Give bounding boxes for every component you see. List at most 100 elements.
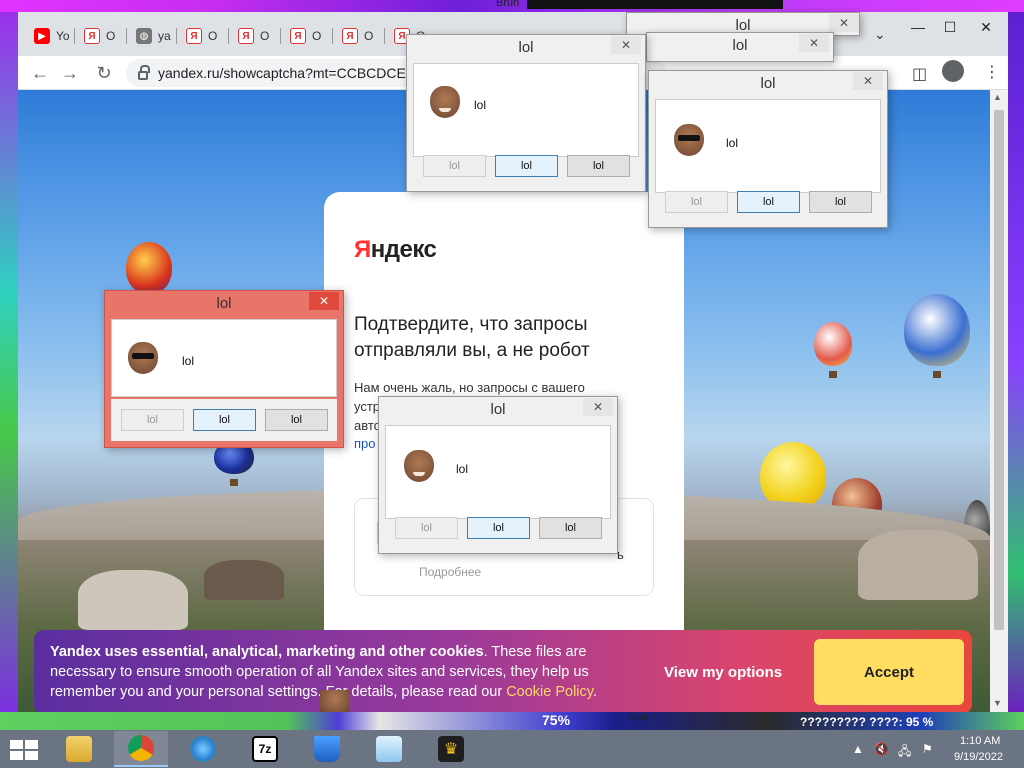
tab-label: O: [106, 29, 116, 43]
yandex-icon: Я: [238, 28, 254, 44]
captcha-title: Подтвердите, что запросы отправляли вы, …: [354, 314, 590, 361]
yandex-icon: Я: [186, 28, 202, 44]
tab-yandex-2[interactable]: ЯO: [178, 22, 217, 50]
network-icon[interactable]: 🖧: [898, 742, 911, 763]
dialog-body: lol: [111, 319, 337, 397]
more-link[interactable]: Подробнее: [419, 565, 481, 579]
close-window-button[interactable]: ✕: [968, 12, 1004, 42]
dialog-button[interactable]: lol: [467, 517, 530, 539]
scrollbar-thumb[interactable]: [994, 110, 1004, 630]
dialog-button[interactable]: lol: [495, 155, 558, 177]
tab-yandex-3[interactable]: ЯO: [230, 22, 269, 50]
dialog-message: lol: [456, 462, 469, 476]
captcha-link[interactable]: про: [354, 436, 376, 451]
face-icon: [674, 124, 704, 156]
dialog-button[interactable]: lol: [539, 517, 602, 539]
tab-ya[interactable]: ◍ ya: [128, 22, 171, 50]
view-options-button[interactable]: View my options: [664, 664, 782, 681]
face-icon: [430, 86, 460, 118]
tray-up-arrow-icon[interactable]: ▲: [852, 742, 864, 756]
7zip-icon[interactable]: 7z: [238, 731, 292, 767]
tab-yandex-4[interactable]: ЯO: [282, 22, 321, 50]
dialog-body: lol: [413, 63, 639, 157]
notepad-icon[interactable]: [362, 731, 416, 767]
globe-icon: ◍: [136, 28, 152, 44]
face-icon: [404, 450, 434, 482]
clock-time[interactable]: 1:10 AM: [960, 735, 1000, 747]
rock: [78, 570, 188, 630]
close-icon[interactable]: ✕: [309, 292, 339, 310]
chevron-down-icon[interactable]: ⌄: [874, 26, 886, 43]
maximize-button[interactable]: ☐: [932, 12, 968, 42]
close-icon[interactable]: ✕: [583, 398, 613, 416]
minimize-button[interactable]: —: [900, 12, 936, 42]
close-icon[interactable]: ✕: [853, 72, 883, 90]
scroll-down-icon[interactable]: ▼: [993, 698, 1002, 708]
forward-icon[interactable]: →: [58, 61, 82, 85]
glitch-label: Brun: [628, 712, 650, 723]
dialog-button-disabled: lol: [665, 191, 728, 213]
profile-avatar[interactable]: [942, 60, 964, 82]
dialog-title: lol: [490, 401, 506, 418]
balloon: [126, 242, 172, 306]
close-icon[interactable]: ✕: [829, 14, 859, 32]
dialog-button[interactable]: lol: [567, 155, 630, 177]
yandex-icon: Я: [342, 28, 358, 44]
check-label: ь: [617, 547, 624, 562]
balloon: [814, 322, 852, 378]
close-icon[interactable]: ✕: [611, 36, 641, 54]
lol-dialog[interactable]: lol ✕ lol lol lol lol: [648, 70, 888, 228]
volume-muted-icon[interactable]: 🔇: [874, 742, 889, 756]
lol-dialog[interactable]: lol ✕ lol lol lol lol: [378, 396, 618, 554]
tab-youtube[interactable]: ▶ Yo: [26, 22, 70, 50]
dialog-title: lol: [518, 39, 534, 56]
dialog-message: lol: [474, 98, 487, 112]
yandex-logo: Яндекс: [354, 236, 437, 263]
scroll-up-icon[interactable]: ▲: [993, 92, 1002, 102]
chrome-icon[interactable]: [114, 731, 168, 767]
crown-icon[interactable]: ♛: [424, 731, 478, 767]
cookie-banner: Yandex uses essential, analytical, marke…: [34, 630, 972, 712]
tab-yandex-5[interactable]: ЯO: [334, 22, 373, 50]
tab-label: O: [312, 29, 322, 43]
url-text: yandex.ru/showcaptcha?mt=CCBCDCE4: [158, 65, 414, 81]
glitch-percent: 75%: [542, 712, 571, 728]
lol-dialog-back[interactable]: lol ✕: [646, 32, 834, 62]
dialog-button-disabled: lol: [395, 517, 458, 539]
dialog-body: lol: [385, 425, 611, 519]
clock-date[interactable]: 9/19/2022: [954, 751, 1003, 763]
start-button[interactable]: [10, 740, 38, 760]
glitch-top-text: Brun: [496, 0, 520, 9]
menu-icon[interactable]: ⋮: [984, 62, 1000, 82]
tab-yandex-1[interactable]: ЯO: [76, 22, 115, 50]
tab-label: O: [260, 29, 270, 43]
dialog-button[interactable]: lol: [265, 409, 328, 431]
side-panel-icon[interactable]: ◫: [912, 64, 927, 84]
dialog-button[interactable]: lol: [193, 409, 256, 431]
cookie-text: Yandex uses essential, analytical, marke…: [50, 644, 597, 700]
dialog-button[interactable]: lol: [809, 191, 872, 213]
file-explorer-icon[interactable]: [52, 731, 106, 767]
close-icon[interactable]: ✕: [799, 34, 829, 52]
lock-icon: [138, 64, 150, 80]
reload-icon[interactable]: ↻: [92, 61, 116, 85]
cleaner-bucket-icon[interactable]: [300, 731, 354, 767]
dialog-button[interactable]: lol: [737, 191, 800, 213]
lol-dialog[interactable]: lol ✕ lol lol lol lol: [406, 34, 646, 192]
dialog-button-disabled: lol: [423, 155, 486, 177]
dialog-message: lol: [726, 136, 739, 150]
dialog-title: lol: [760, 75, 776, 92]
glitch-right-strip: [1006, 12, 1024, 712]
youtube-icon: ▶: [34, 28, 50, 44]
accept-button[interactable]: Accept: [814, 639, 964, 705]
dialog-title: lol: [216, 295, 232, 312]
cookie-policy-link[interactable]: Cookie Policy: [506, 684, 593, 700]
lol-dialog[interactable]: lol ✕ lol lol lol lol: [104, 290, 344, 448]
network-globe-icon[interactable]: [176, 731, 230, 767]
dialog-message: lol: [182, 354, 195, 368]
rock: [858, 530, 978, 600]
action-center-icon[interactable]: ⚑: [922, 742, 933, 756]
back-icon[interactable]: ←: [28, 61, 52, 85]
glitch-black-strip: [527, 0, 783, 9]
tab-label: O: [364, 29, 374, 43]
